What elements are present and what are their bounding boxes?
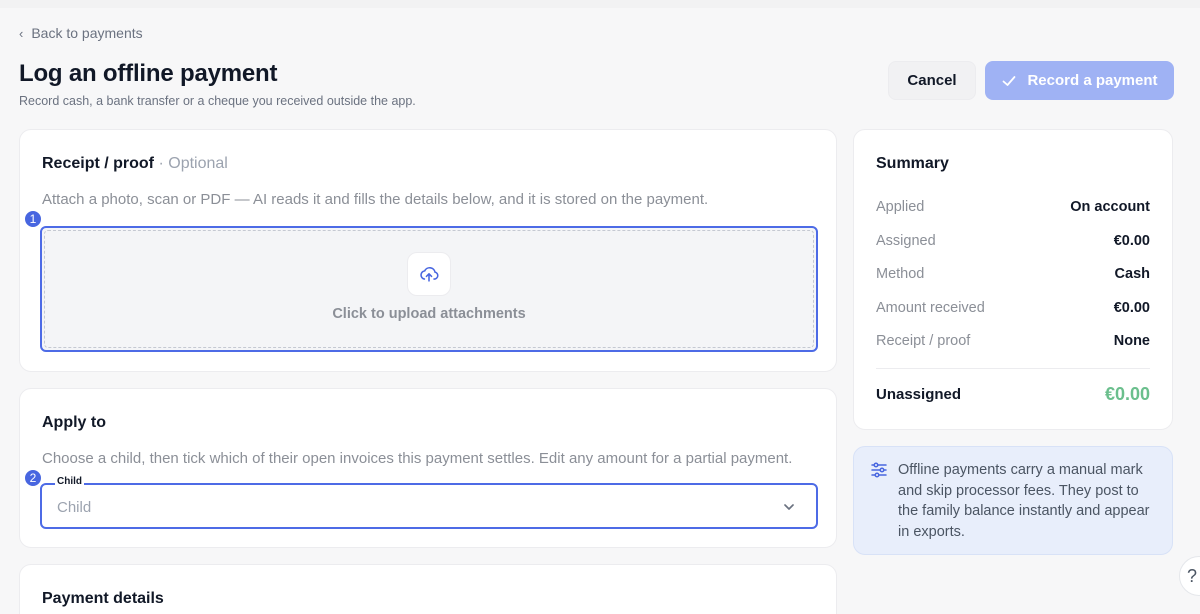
- apply-description: Choose a child, then tick which of their…: [42, 450, 793, 467]
- summary-card: Summary Applied On account Assigned €0.0…: [853, 129, 1173, 430]
- top-strip: [0, 0, 1200, 8]
- summary-row-receipt-proof: Receipt / proof None: [876, 331, 1150, 351]
- info-text: Offline payments carry a manual mark and…: [898, 462, 1150, 540]
- offline-payment-info-card: Offline payments carry a manual mark and…: [853, 446, 1173, 555]
- summary-key: Receipt / proof: [876, 333, 971, 349]
- summary-unassigned: Unassigned €0.00: [876, 384, 1150, 405]
- optional-label: · Optional: [158, 155, 228, 172]
- summary-value: Cash: [1114, 266, 1150, 282]
- summary-value: On account: [1070, 199, 1150, 215]
- record-payment-label: Record a payment: [1027, 72, 1158, 89]
- summary-divider: [876, 368, 1150, 369]
- back-to-payments-link[interactable]: ‹ Back to payments: [19, 25, 143, 41]
- apply-to-card: Apply to Choose a child, then tick which…: [19, 388, 837, 548]
- summary-title: Summary: [876, 155, 949, 172]
- summary-row-applied: Applied On account: [876, 197, 1150, 217]
- summary-key: Assigned: [876, 233, 936, 249]
- upload-icon-box: [407, 252, 451, 296]
- help-button[interactable]: ?: [1179, 556, 1200, 596]
- chevron-down-icon: [784, 504, 794, 510]
- receipt-title-text: Receipt / proof: [42, 155, 155, 172]
- child-placeholder: Child: [57, 499, 92, 516]
- summary-key: Method: [876, 266, 925, 282]
- payment-details-card: Payment details: [19, 564, 837, 614]
- receipt-card: Receipt / proof · Optional Attach a phot…: [19, 129, 837, 372]
- upload-label: Click to upload attachments: [332, 306, 526, 322]
- chevron-left-icon: ‹: [19, 25, 24, 41]
- help-icon: ?: [1186, 565, 1197, 586]
- unassigned-label: Unassigned: [876, 386, 962, 403]
- page-subtitle: Record cash, a bank transfer or a cheque…: [19, 94, 416, 108]
- sliders-icon: [871, 462, 887, 478]
- unassigned-value: €0.00: [1104, 384, 1150, 404]
- step-badge-1: 1: [23, 209, 43, 229]
- cancel-label: Cancel: [907, 72, 957, 89]
- child-select[interactable]: Child Child: [40, 476, 818, 529]
- child-field-label: Child: [55, 476, 84, 487]
- upload-dropzone[interactable]: Click to upload attachments: [40, 226, 818, 352]
- cloud-upload-icon: [420, 267, 439, 282]
- summary-value: €0.00: [1113, 233, 1150, 249]
- summary-key: Amount received: [876, 300, 985, 316]
- step-badge-2: 2: [23, 468, 43, 488]
- summary-key: Applied: [876, 199, 925, 215]
- check-icon: [1003, 75, 1016, 86]
- receipt-title: Receipt / proof · Optional: [42, 155, 228, 173]
- summary-row-assigned: Assigned €0.00: [876, 231, 1150, 251]
- cancel-button[interactable]: Cancel: [888, 61, 976, 100]
- payment-details-title: Payment details: [42, 590, 164, 607]
- record-payment-button[interactable]: Record a payment: [985, 61, 1174, 100]
- summary-row-amount-received: Amount received €0.00: [876, 298, 1150, 318]
- receipt-description: Attach a photo, scan or PDF — AI reads i…: [42, 191, 709, 208]
- page-title: Log an offline payment: [19, 60, 278, 87]
- summary-row-method: Method Cash: [876, 264, 1150, 284]
- summary-value: None: [1113, 333, 1150, 349]
- back-label: Back to payments: [31, 25, 143, 41]
- apply-title: Apply to: [42, 414, 106, 431]
- summary-value: €0.00: [1113, 300, 1150, 316]
